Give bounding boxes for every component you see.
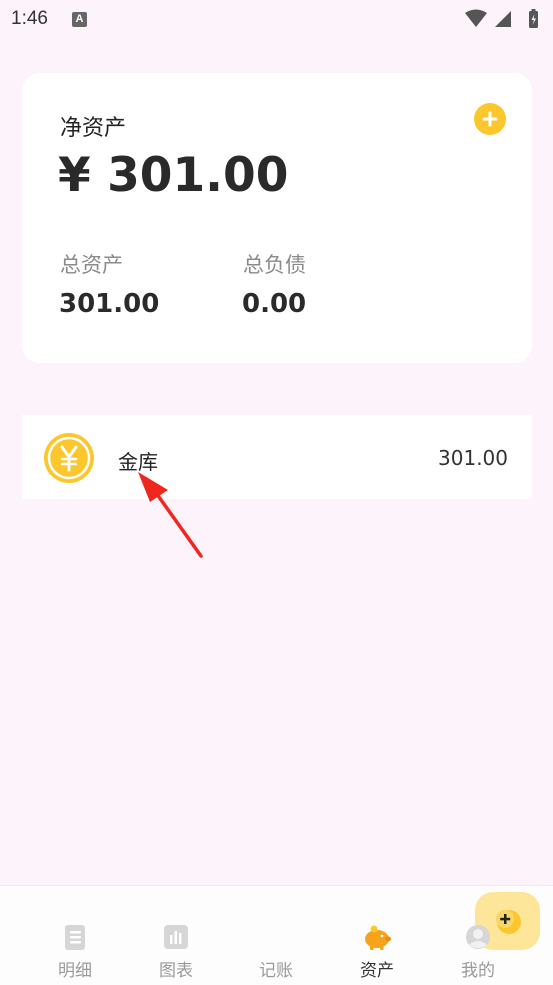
total-liabilities-label: 总负债: [243, 253, 306, 277]
total-assets-label: 总资产: [60, 253, 123, 277]
status-time: 1:46: [11, 8, 48, 29]
tab-mine-label: 我的: [461, 961, 495, 981]
tab-bookkeeping-label: 记账: [259, 961, 293, 981]
bottom-nav: 明细 图表 记账 资产 我的: [0, 885, 553, 985]
total-liabilities-value: 0.00: [242, 289, 307, 319]
tab-details[interactable]: 明细: [30, 906, 120, 981]
notification-a-icon: A: [72, 12, 87, 27]
wifi-signal-battery-icons: [465, 9, 538, 28]
status-bar: 1:46 A: [0, 0, 553, 40]
yen-coin-icon: [44, 433, 94, 483]
user-avatar-icon: [466, 925, 490, 949]
account-row-vault[interactable]: 金库 301.00: [22, 415, 532, 499]
tab-mine[interactable]: 我的: [433, 906, 523, 981]
add-account-button[interactable]: [474, 103, 506, 135]
tab-details-label: 明细: [58, 961, 92, 981]
total-assets-value: 301.00: [59, 289, 160, 319]
list-document-icon: [65, 925, 85, 950]
tab-assets[interactable]: 资产: [332, 906, 422, 981]
tab-assets-label: 资产: [360, 961, 394, 981]
net-assets-title: 净资产: [60, 116, 127, 141]
piggy-bank-icon: [365, 925, 391, 950]
bar-chart-icon: [164, 925, 188, 949]
status-icons: [463, 9, 543, 31]
tab-bookkeeping[interactable]: 记账: [231, 892, 540, 981]
annotation-arrow: [138, 472, 203, 558]
net-assets-amount: ¥ 301.00: [58, 148, 289, 203]
net-assets-card: 净资产 ¥ 301.00 总资产 301.00 总负债 0.00: [22, 73, 532, 363]
plus-circle-icon: [482, 111, 498, 127]
tab-charts-label: 图表: [159, 961, 193, 981]
account-balance: 301.00: [438, 446, 508, 470]
tab-charts[interactable]: 图表: [131, 906, 221, 981]
